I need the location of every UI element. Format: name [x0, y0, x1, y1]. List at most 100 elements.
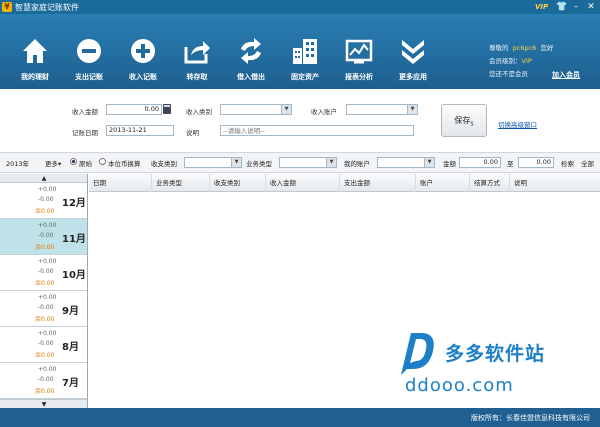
filter-amount-label: 金额 [443, 160, 456, 168]
window-title: 智慧家庭记账软件 [15, 3, 79, 12]
filter-my-account-label: 我的账户 [344, 160, 370, 168]
column-header-settlement[interactable]: 结算方式 [469, 174, 509, 192]
join-member-link[interactable]: 加入会员 [552, 70, 580, 80]
toolbar-fixed-assets[interactable]: 固定资产 [280, 36, 330, 82]
radio-original[interactable] [70, 158, 77, 165]
switch-advanced-link[interactable]: 切换高级窗口 [498, 119, 537, 129]
column-header-category[interactable]: 收支类别 [209, 174, 265, 192]
filter-amount-to-input[interactable]: 0.00 [518, 157, 554, 168]
close-button[interactable]: ✕ [585, 1, 597, 13]
income-amount-label: 收入金额 [72, 108, 98, 116]
scroll-down-button[interactable]: ▼ [0, 399, 87, 408]
filter-income-expense-type-select[interactable]: ▼ [184, 157, 242, 168]
save-button[interactable]: 保存S [441, 104, 487, 137]
column-header-income[interactable]: 收入金额 [265, 174, 339, 192]
toolbar-label: 报表分析 [345, 73, 373, 81]
month-item-oct[interactable]: +0.00 -0.00 余0.00 10月 [0, 255, 87, 291]
month-item-aug[interactable]: +0.00 -0.00 余0.00 8月 [0, 327, 87, 363]
chevrons-down-icon [402, 40, 424, 64]
skin-shirt-icon[interactable]: 👕 [556, 1, 568, 13]
more-dropdown[interactable]: 更多▾ [45, 158, 61, 168]
filter-business-type-label: 业务类型 [246, 160, 272, 168]
member-level: 会员级别：VIP [489, 55, 553, 68]
watermark-url: ddooo.com [405, 375, 514, 396]
column-header-business-type[interactable]: 业务类型 [151, 174, 209, 192]
watermark: 多多软件站 ddooo.com [397, 327, 597, 397]
minimize-button[interactable]: – [570, 1, 582, 13]
month-item-nov[interactable]: +0.00 -0.00 余0.00 11月 [0, 219, 87, 255]
month-item-sep[interactable]: +0.00 -0.00 余0.00 9月 [0, 291, 87, 327]
search-button[interactable]: 检索 [561, 158, 574, 168]
month-name: 12月 [62, 198, 86, 209]
toolbar-label: 收入记账 [129, 73, 157, 81]
month-expense: -0.00 [38, 196, 54, 203]
month-balance: 余0.00 [35, 208, 55, 215]
month-income: +0.00 [38, 258, 57, 265]
ddooo-logo-icon [401, 333, 434, 375]
month-name: 10月 [62, 270, 86, 281]
show-all-button[interactable]: 全部 [581, 158, 594, 168]
filter-to-label: 至 [507, 160, 514, 168]
month-income: +0.00 [38, 186, 57, 193]
column-header-account[interactable]: 账户 [415, 174, 469, 192]
month-balance: 余0.00 [35, 280, 55, 287]
month-expense: -0.00 [38, 376, 54, 383]
toolbar-my-finance[interactable]: 我的理财 [10, 36, 60, 82]
income-amount-input[interactable]: 0.00 [106, 104, 162, 115]
dropdown-arrow-icon: ▼ [427, 159, 432, 165]
chart-icon [345, 39, 373, 64]
toolbar-borrow-lend[interactable]: 借入借出 [226, 36, 276, 82]
month-item-dec[interactable]: +0.00 -0.00 余0.00 12月 [0, 183, 87, 219]
vip-badge[interactable]: VIP [535, 3, 548, 11]
toolbar-label: 我的理财 [21, 73, 49, 81]
radio-converted[interactable] [99, 158, 106, 165]
note-input[interactable] [220, 125, 414, 136]
dropdown-arrow-icon: ▼ [284, 106, 289, 112]
month-expense: -0.00 [38, 268, 54, 275]
member-status: 您还不是会员 [489, 70, 528, 78]
toolbar-transfer[interactable]: 转存取 [172, 36, 222, 82]
month-income: +0.00 [38, 330, 57, 337]
filter-business-type-select[interactable]: ▼ [279, 157, 337, 168]
income-account-label: 收入账户 [311, 108, 337, 116]
scroll-up-button[interactable]: ▲ [0, 174, 87, 183]
month-item-jul[interactable]: +0.00 -0.00 余0.00 7月 [0, 363, 87, 399]
user-greeting: 尊敬的 pc6pc6 您好 [489, 42, 553, 55]
title-bar: ¥ 智慧家庭记账软件 VIP 👕 – ✕ [0, 0, 600, 14]
month-balance: 余0.00 [35, 388, 55, 395]
save-hotkey: S [470, 121, 474, 128]
filter-income-expense-type-label: 收支类别 [151, 160, 177, 168]
building-icon [293, 39, 317, 64]
greeting-suffix: 您好 [540, 44, 554, 52]
username: pc6pc6 [512, 44, 537, 52]
toolbar-income-entry[interactable]: 收入记账 [118, 36, 168, 82]
year-label[interactable]: 2013年 [6, 158, 29, 168]
filter-my-account-select[interactable]: ▼ [377, 157, 435, 168]
dropdown-arrow-icon: ▼ [410, 106, 415, 112]
month-sidebar: ▲ +0.00 -0.00 余0.00 12月 +0.00 -0.00 余0.0… [0, 174, 88, 408]
toolbar-report-analysis[interactable]: 报表分析 [334, 36, 384, 82]
date-input[interactable]: 2013-11-21 [106, 125, 174, 136]
column-header-note[interactable]: 说明 [509, 174, 600, 192]
income-account-select[interactable]: ▼ [346, 104, 418, 115]
income-type-label: 收入类别 [186, 108, 212, 116]
toolbar-label: 支出记账 [75, 73, 103, 81]
toolbar-label: 固定资产 [291, 73, 319, 81]
month-balance: 余0.00 [35, 352, 55, 359]
filter-amount-from-input[interactable]: 0.00 [459, 157, 501, 168]
month-income: +0.00 [38, 366, 57, 373]
level-label: 会员级别： [489, 57, 522, 65]
exchange-icon [241, 38, 261, 64]
toolbar-label: 转存取 [186, 73, 208, 81]
calculator-icon[interactable] [163, 104, 171, 114]
month-name: 9月 [62, 306, 79, 317]
column-header-expense[interactable]: 支出金额 [339, 174, 415, 192]
toolbar-label: 更多应用 [399, 73, 427, 81]
month-expense: -0.00 [38, 232, 54, 239]
toolbar-expense-entry[interactable]: 支出记账 [64, 36, 114, 82]
date-label: 记账日期 [72, 129, 98, 137]
column-header-date[interactable]: 日期 [89, 174, 151, 192]
income-type-select[interactable]: ▼ [220, 104, 292, 115]
toolbar-more-apps[interactable]: 更多应用 [388, 36, 438, 82]
month-income: +0.00 [38, 294, 57, 301]
